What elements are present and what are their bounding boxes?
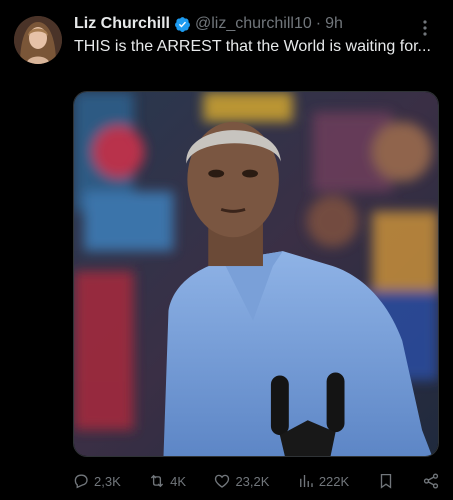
views-count: 222K <box>318 473 350 489</box>
heart-icon <box>213 472 231 490</box>
tweet[interactable]: Liz Churchill @liz_churchill10 · 9h THIS… <box>0 0 453 500</box>
reply-button[interactable]: 2,3K <box>72 472 121 490</box>
share-icon <box>422 472 440 490</box>
like-count: 23,2K <box>235 473 270 489</box>
post-header: Liz Churchill @liz_churchill10 · 9h <box>74 14 423 34</box>
repost-icon <box>148 472 166 490</box>
reply-icon <box>72 472 90 490</box>
repost-button[interactable]: 4K <box>148 472 186 490</box>
post-photo[interactable] <box>73 91 439 457</box>
repost-count: 4K <box>170 473 187 489</box>
bookmark-icon <box>377 472 395 490</box>
author-name[interactable]: Liz Churchill <box>74 14 170 34</box>
bookmark-button[interactable] <box>377 472 395 490</box>
action-bar: 2,3K 4K 23,2K 222K <box>72 470 440 492</box>
more-options-icon[interactable] <box>415 18 435 38</box>
separator: · <box>315 15 322 32</box>
author-handle[interactable]: @liz_churchill10 <box>195 14 312 34</box>
reply-count: 2,3K <box>94 473 121 489</box>
views-chart-icon <box>297 472 315 490</box>
avatar[interactable] <box>14 16 62 64</box>
like-button[interactable]: 23,2K <box>213 472 269 490</box>
timestamp[interactable]: 9h <box>325 14 343 34</box>
views-button[interactable]: 222K <box>297 472 349 490</box>
verified-badge-icon <box>174 16 191 33</box>
share-button[interactable] <box>422 472 440 490</box>
post-text: THIS is the ARREST that the World is wai… <box>74 38 431 55</box>
